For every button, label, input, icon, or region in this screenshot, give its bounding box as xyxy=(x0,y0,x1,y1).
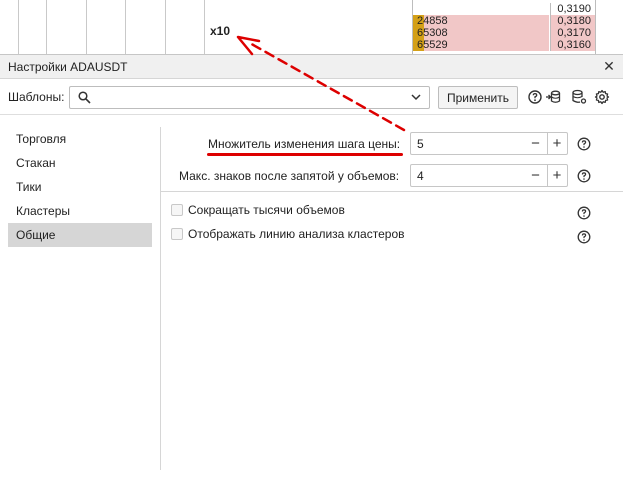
price-step-multiplier-input[interactable]: 5 − + xyxy=(410,132,568,155)
order-price: 0,3190 xyxy=(557,3,591,15)
grid-line xyxy=(18,0,19,54)
decrement-button[interactable]: − xyxy=(526,133,545,154)
increment-button[interactable]: + xyxy=(547,133,566,154)
help-icon[interactable] xyxy=(577,137,591,151)
order-book-row: 24858 0,3180 xyxy=(413,15,595,27)
help-icon[interactable] xyxy=(577,169,591,183)
database-arrow-icon[interactable] xyxy=(545,89,561,105)
order-book-row: 65529 0,3160 xyxy=(413,39,595,51)
volume-decimals-value[interactable]: 4 xyxy=(417,169,424,183)
sidebar-item-trading[interactable]: Торговля xyxy=(8,127,152,151)
sidebar-item-ticks[interactable]: Тики xyxy=(8,175,152,199)
order-volume: 24858 xyxy=(417,15,448,27)
grid-line xyxy=(46,0,47,54)
settings-sidebar: Торговля Стакан Тики Кластеры Общие xyxy=(0,125,160,470)
annotation-underline xyxy=(207,153,403,156)
section-divider xyxy=(161,191,623,192)
background-trading-window: x10 0,3190 24858 0,3180 65308 0,3170 655… xyxy=(0,0,623,54)
sidebar-item-clusters[interactable]: Кластеры xyxy=(8,199,152,223)
sidebar-item-general[interactable]: Общие xyxy=(8,223,152,247)
grid-line xyxy=(125,0,126,54)
database-settings-icon[interactable] xyxy=(571,89,587,105)
search-icon xyxy=(78,91,91,104)
order-volume: 65529 xyxy=(417,39,448,51)
help-icon[interactable] xyxy=(577,206,591,220)
dialog-title: Настройки ADAUSDT xyxy=(8,60,128,74)
order-book: 0,3190 24858 0,3180 65308 0,3170 65529 0… xyxy=(412,0,596,54)
order-book-row: 65308 0,3170 xyxy=(413,27,595,39)
order-price: 0,3170 xyxy=(557,27,591,39)
settings-dialog: Настройки ADAUSDT ✕ Шаблоны: Применить Т… xyxy=(0,54,623,477)
dialog-titlebar: Настройки ADAUSDT ✕ xyxy=(0,55,623,79)
sidebar-item-order-book[interactable]: Стакан xyxy=(8,151,152,175)
price-step-multiplier-value[interactable]: 5 xyxy=(417,137,424,151)
multiplier-label: x10 xyxy=(210,24,231,38)
grid-line xyxy=(165,0,166,54)
help-icon[interactable] xyxy=(577,230,591,244)
gear-icon[interactable] xyxy=(594,89,610,105)
order-price: 0,3160 xyxy=(557,39,591,51)
cluster-line-checkbox[interactable] xyxy=(171,228,183,240)
help-icon[interactable] xyxy=(527,89,543,105)
order-book-row: 0,3190 xyxy=(413,3,595,15)
grid-line xyxy=(204,0,205,54)
volume-decimals-label: Макс. знаков после запятой у объемов: xyxy=(179,169,400,183)
order-price: 0,3180 xyxy=(557,15,591,27)
price-step-multiplier-label: Множитель изменения шага цены: xyxy=(208,137,401,151)
increment-button[interactable]: + xyxy=(547,165,566,186)
shorten-thousands-checkbox[interactable] xyxy=(171,204,183,216)
sidebar-divider xyxy=(160,127,161,470)
apply-button[interactable]: Применить xyxy=(438,86,518,109)
templates-select[interactable] xyxy=(69,86,430,109)
templates-toolbar: Шаблоны: Применить xyxy=(0,79,623,115)
close-button[interactable]: ✕ xyxy=(601,58,617,74)
templates-label: Шаблоны: xyxy=(8,90,65,104)
volume-decimals-input[interactable]: 4 − + xyxy=(410,164,568,187)
decrement-button[interactable]: − xyxy=(526,165,545,186)
cluster-line-label[interactable]: Отображать линию анализа кластеров xyxy=(188,227,405,241)
shorten-thousands-label[interactable]: Сокращать тысячи объемов xyxy=(188,203,345,217)
order-volume: 65308 xyxy=(417,27,448,39)
chevron-down-icon xyxy=(411,94,421,101)
grid-line xyxy=(86,0,87,54)
